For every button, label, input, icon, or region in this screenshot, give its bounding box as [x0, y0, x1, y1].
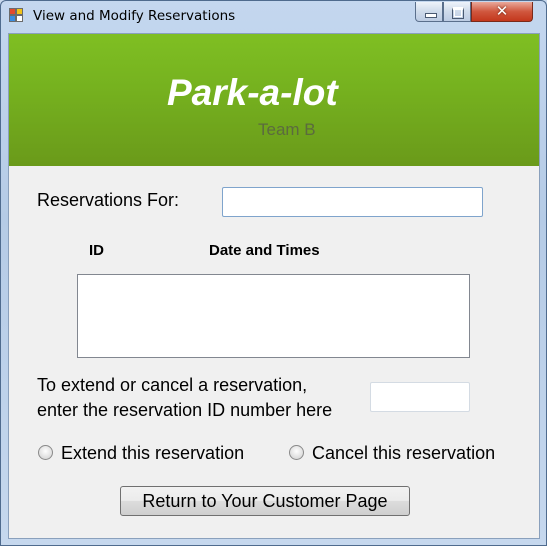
column-header-id: ID — [89, 242, 104, 259]
instruction-line-2: enter the reservation ID number here — [37, 400, 333, 420]
close-button[interactable]: ✕ — [471, 2, 533, 22]
app-icon[interactable] — [9, 8, 25, 24]
maximize-button[interactable] — [443, 2, 471, 22]
return-to-customer-page-button[interactable]: Return to Your Customer Page — [120, 486, 410, 516]
cancel-radio-label[interactable]: Cancel this reservation — [312, 443, 495, 464]
column-header-dates: Date and Times — [209, 242, 320, 259]
extend-radio[interactable] — [38, 445, 53, 460]
reservation-id-input[interactable] — [370, 382, 470, 412]
form-client-area: Park-a-lot Team B Reservations For: ID D… — [8, 33, 540, 539]
team-label: Team B — [258, 120, 316, 139]
app-window: View and Modify Reservations ✕ Park-a-lo… — [0, 0, 547, 546]
minimize-button[interactable] — [415, 2, 443, 22]
extend-radio-label[interactable]: Extend this reservation — [61, 443, 244, 464]
header-banner: Park-a-lot Team B — [9, 34, 539, 166]
reservations-list[interactable] — [77, 274, 470, 358]
cancel-radio[interactable] — [289, 445, 304, 460]
title-bar[interactable]: View and Modify Reservations ✕ — [1, 1, 546, 31]
instruction-line-1: To extend or cancel a reservation, — [37, 375, 308, 395]
close-icon: ✕ — [495, 2, 509, 20]
reservations-for-input[interactable] — [222, 187, 483, 217]
window-title: View and Modify Reservations — [33, 8, 236, 24]
brand-title: Park-a-lot — [167, 72, 338, 113]
reservations-for-label: Reservations For: — [37, 190, 180, 210]
